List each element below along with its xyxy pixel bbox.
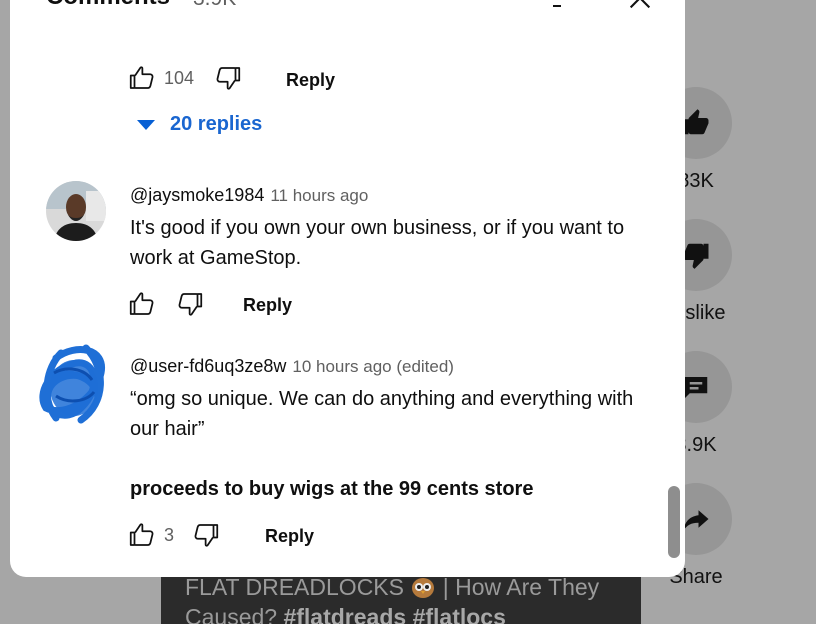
user-photo-avatar	[46, 181, 106, 241]
author-handle[interactable]: @user-fd6uq3ze8w	[130, 356, 286, 376]
avatar[interactable]	[36, 338, 112, 430]
video-title-prefix: FLAT DREADLOCKS	[185, 574, 404, 600]
comment-author[interactable]: @jaysmoke1984 11 hours ago	[130, 185, 368, 206]
thumbs-up-icon	[683, 109, 709, 135]
view-replies-button[interactable]: 20 replies	[136, 113, 262, 136]
author-handle[interactable]: @jaysmoke1984	[130, 185, 264, 205]
sort-icon	[553, 5, 561, 7]
dislike-comment-button[interactable]	[212, 62, 244, 94]
share-icon	[683, 510, 709, 531]
close-icon	[629, 0, 651, 9]
dislike-comment-button[interactable]	[190, 519, 222, 551]
like-count: 3	[164, 524, 175, 545]
comment-icon	[684, 377, 708, 399]
reply-button[interactable]: Reply	[286, 70, 335, 91]
thumbs-up-outline-icon	[129, 292, 154, 315]
scrollbar-thumb[interactable]	[668, 486, 680, 558]
comment-actions: 3	[126, 519, 222, 551]
comment-text: “omg so unique. We can do anything and e…	[130, 388, 634, 440]
thumbs-up-outline-icon	[129, 523, 154, 546]
comment-time[interactable]: 11 hours ago	[270, 186, 368, 205]
caret-down-icon	[137, 119, 155, 130]
like-comment-button[interactable]	[126, 519, 158, 551]
comments-count: 3.9K	[193, 0, 236, 11]
video-title-tags: #flatdreads #flatlocs	[283, 604, 506, 624]
replies-label: 20 replies	[170, 113, 263, 135]
comment-time[interactable]: 10 hours ago (edited)	[292, 357, 454, 376]
reply-button[interactable]: Reply	[243, 295, 292, 316]
close-comments-button[interactable]	[622, 0, 658, 16]
thumbs-up-outline-icon	[129, 66, 154, 89]
owl-emoji-icon	[410, 575, 436, 598]
comment-text: It's good if you own your own business, …	[130, 217, 625, 269]
comment-text-second-paragraph: proceeds to buy wigs at the 99 cents sto…	[130, 478, 534, 500]
related-video-title: FLAT DREADLOCKS | How Are They Caused? #…	[185, 572, 635, 624]
comments-title: Comments	[46, 0, 170, 11]
top-comment-actions: 104	[126, 62, 244, 94]
like-count: 104	[164, 67, 195, 88]
like-comment-button[interactable]	[126, 62, 158, 94]
thumbs-down-outline-icon	[178, 293, 203, 316]
scribbled-avatar	[39, 344, 105, 424]
comments-header: Comments 3.9K	[10, 0, 685, 20]
dislike-comment-button[interactable]	[174, 288, 206, 320]
comments-panel: Comments 3.9K 104 Reply 20 replies	[10, 0, 685, 577]
sort-comments-button[interactable]	[541, 0, 577, 16]
avatar[interactable]	[46, 181, 106, 241]
thumbs-down-outline-icon	[194, 524, 219, 547]
comment-actions	[126, 288, 206, 320]
like-comment-button[interactable]	[126, 288, 158, 320]
reply-button[interactable]: Reply	[265, 526, 314, 547]
comment-author[interactable]: @user-fd6uq3ze8w 10 hours ago (edited)	[130, 356, 454, 377]
thumbs-down-icon	[683, 243, 709, 269]
thumbs-down-outline-icon	[216, 67, 241, 90]
